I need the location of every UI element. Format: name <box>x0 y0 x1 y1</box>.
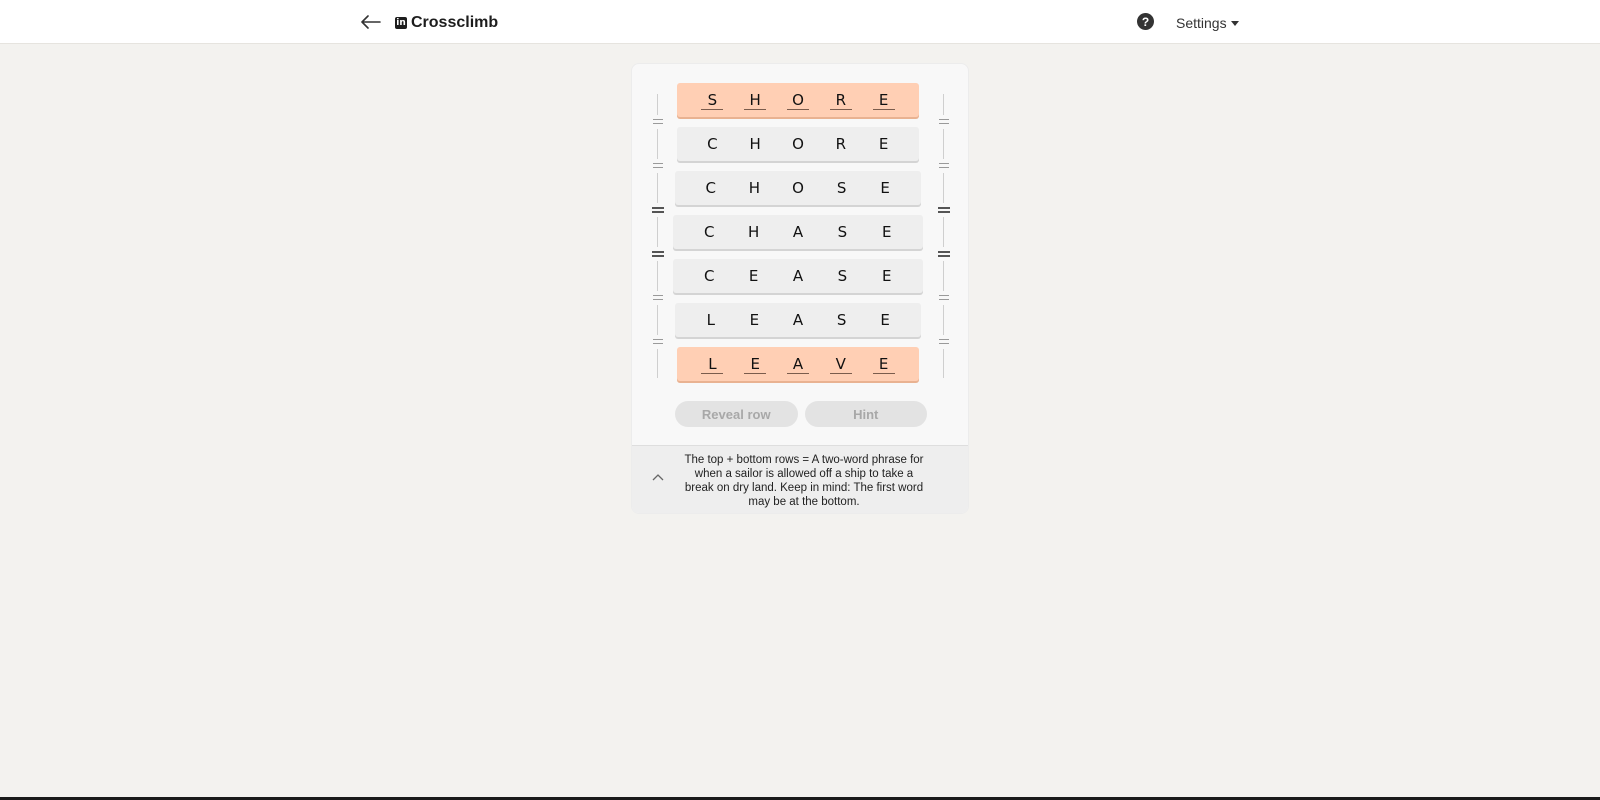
letter-tile: E <box>744 355 767 374</box>
rail-segment <box>657 305 658 335</box>
rail-segment <box>943 129 944 159</box>
letter-tile: H <box>749 135 761 153</box>
word-row[interactable]: CHASE <box>673 215 923 249</box>
settings-dropdown[interactable]: Settings <box>1176 14 1239 32</box>
reveal-row-button[interactable]: Reveal row <box>675 401 798 427</box>
letter-tile: E <box>749 311 760 329</box>
action-bar: Reveal row Hint <box>675 401 927 427</box>
right-rail <box>938 94 950 378</box>
fixed-word-row: S HO R E <box>677 83 919 117</box>
equals-connector-icon <box>939 295 949 300</box>
settings-label: Settings <box>1176 15 1227 31</box>
letter-tile: E <box>748 267 759 285</box>
rail-segment <box>943 173 944 203</box>
letter-tile: E <box>872 355 895 374</box>
equals-connector-icon <box>653 295 663 300</box>
rail-segment <box>657 349 658 378</box>
caret-down-icon <box>1230 21 1239 26</box>
clue-text: The top + bottom rows = A two-word phras… <box>684 454 924 508</box>
letter-tile: V <box>829 355 852 374</box>
page-title: Crossclimb <box>411 14 499 31</box>
rail-segment <box>657 94 658 115</box>
letter-tile: R <box>829 91 852 110</box>
hint-button[interactable]: Hint <box>804 401 927 427</box>
chevron-up-icon <box>652 474 664 481</box>
collapse-clue-button[interactable] <box>651 470 665 484</box>
letter-tile: E <box>878 135 889 153</box>
equals-connector-icon <box>652 207 664 213</box>
rail-segment <box>943 94 944 115</box>
rail-segment <box>657 261 658 291</box>
arrow-left-icon <box>361 15 381 29</box>
letter-tile: R <box>835 135 846 153</box>
rail-segment <box>943 217 944 247</box>
linkedin-logo-icon: in <box>395 17 407 29</box>
equals-connector-icon <box>939 339 949 344</box>
equals-connector-icon <box>939 163 949 168</box>
equals-connector-icon <box>939 119 949 124</box>
equals-connector-icon <box>653 119 663 124</box>
clue-panel: The top + bottom rows = A two-word phras… <box>632 445 968 513</box>
word-row[interactable]: LEASE <box>675 303 921 337</box>
rail-segment <box>657 217 658 247</box>
letter-tile: A <box>786 355 809 374</box>
letter-tile: C <box>703 223 715 241</box>
letter-tile: E <box>880 179 890 197</box>
game-panel: SHORECHORECHOSECHASECEASELEASELEAVE Reve… <box>631 63 969 514</box>
letter-tile: C <box>705 179 717 197</box>
letter-tile: O <box>792 179 804 197</box>
word-row[interactable]: CHORE <box>677 127 919 161</box>
letter-tile: S <box>837 223 848 241</box>
letter-tile: S <box>836 311 847 329</box>
letter-tile: L <box>701 355 724 374</box>
help-icon[interactable]: ? <box>1137 13 1154 30</box>
letter-tile: A <box>792 223 804 241</box>
letter-tile: E <box>880 311 890 329</box>
letter-tile: L <box>706 311 715 329</box>
letter-tile: C <box>703 267 715 285</box>
letter-tile: H <box>744 91 767 110</box>
top-bar: in Crossclimb ? Settings <box>0 0 1600 44</box>
letter-tile: H <box>748 179 761 197</box>
letter-tile: S <box>837 267 848 285</box>
left-rail <box>652 94 664 378</box>
letter-tile: E <box>882 267 892 285</box>
rail-segment <box>943 349 944 378</box>
letter-tile: S <box>836 179 847 197</box>
letter-tile: O <box>792 135 804 153</box>
equals-connector-icon <box>938 251 950 257</box>
letter-tile: C <box>707 135 718 153</box>
brand: in Crossclimb <box>395 12 498 34</box>
back-button[interactable] <box>360 10 382 34</box>
letter-tile: E <box>872 91 895 110</box>
letter-tile: E <box>882 223 892 241</box>
rail-segment <box>657 173 658 203</box>
fixed-word-row: LEAVE <box>677 347 919 381</box>
rail-segment <box>657 129 658 159</box>
word-row[interactable]: CHOSE <box>675 171 921 205</box>
letter-tile: A <box>792 267 804 285</box>
equals-connector-icon <box>653 163 663 168</box>
equals-connector-icon <box>652 251 664 257</box>
word-row[interactable]: CEASE <box>673 259 923 293</box>
equals-connector-icon <box>938 207 950 213</box>
letter-tile: H <box>747 223 760 241</box>
equals-connector-icon <box>653 339 663 344</box>
rail-segment <box>943 261 944 291</box>
letter-tile: S <box>701 91 724 110</box>
rail-segment <box>943 305 944 335</box>
letter-tile: O <box>786 91 809 110</box>
letter-tile: A <box>792 311 804 329</box>
